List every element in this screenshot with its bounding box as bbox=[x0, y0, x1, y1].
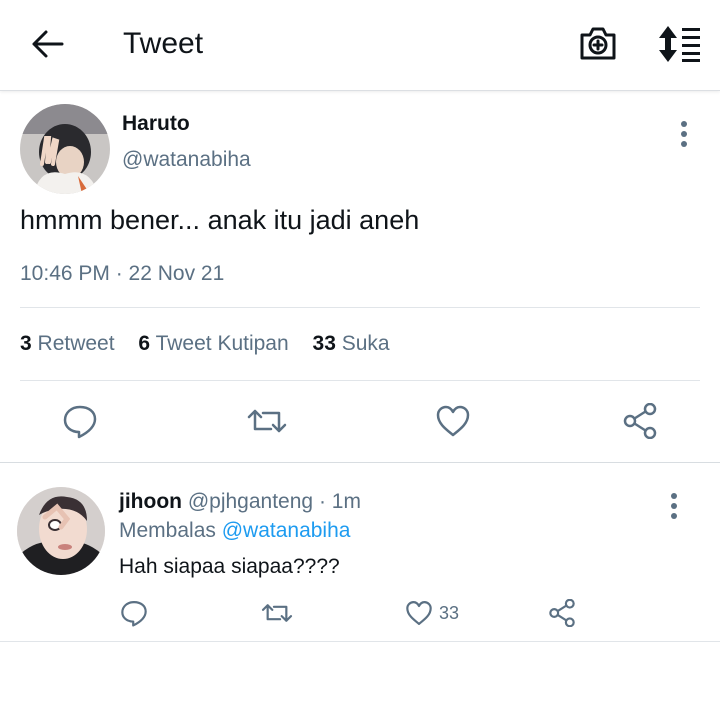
camera-button[interactable] bbox=[578, 24, 618, 64]
like-button[interactable] bbox=[435, 403, 471, 439]
retweet-icon bbox=[261, 604, 293, 622]
reply-share-button[interactable] bbox=[548, 599, 576, 627]
share-icon bbox=[549, 599, 575, 627]
tweet-more-button[interactable] bbox=[672, 117, 696, 151]
share-icon bbox=[623, 403, 657, 439]
camera-plus-icon bbox=[580, 27, 616, 60]
quote-stat[interactable]: 6 Tweet Kutipan bbox=[138, 332, 288, 355]
reply-more-button[interactable] bbox=[662, 489, 686, 523]
reply-reply-button[interactable] bbox=[120, 599, 148, 627]
quote-count: 6 bbox=[138, 332, 151, 355]
section-divider bbox=[0, 462, 720, 463]
replying-to: Membalas @watanabiha bbox=[119, 519, 350, 543]
reply-icon bbox=[121, 601, 147, 627]
reply-text: Hah siapaa siapaa???? bbox=[119, 555, 340, 578]
author-handle[interactable]: @watanabiha bbox=[122, 148, 251, 172]
retweet-label: Retweet bbox=[37, 332, 115, 355]
divider bbox=[20, 307, 700, 308]
tweet-timestamp[interactable]: 10:46 PM · 22 Nov 21 bbox=[20, 262, 224, 286]
divider bbox=[20, 380, 700, 381]
arrow-left-icon bbox=[32, 30, 64, 58]
like-stat[interactable]: 33 Suka bbox=[313, 332, 390, 355]
reply-like-button[interactable] bbox=[405, 599, 433, 627]
reply-author-avatar[interactable] bbox=[17, 487, 105, 575]
more-vertical-icon bbox=[681, 121, 687, 147]
retweet-count: 3 bbox=[20, 332, 32, 355]
reply-author-handle[interactable]: @pjhganteng bbox=[188, 490, 313, 513]
retweet-stat[interactable]: 3 Retweet bbox=[20, 332, 115, 355]
sort-button[interactable] bbox=[656, 24, 702, 64]
top-app-bar: Tweet bbox=[0, 0, 720, 91]
share-button[interactable] bbox=[622, 403, 658, 439]
divider bbox=[0, 641, 720, 642]
reply-icon bbox=[63, 405, 97, 439]
retweet-icon bbox=[247, 409, 287, 433]
replying-to-link[interactable]: @watanabiha bbox=[222, 519, 351, 542]
sort-list-icon bbox=[659, 26, 700, 62]
more-vertical-icon bbox=[671, 493, 677, 519]
tweet-stats: 3 Retweet 6 Tweet Kutipan 33 Suka bbox=[20, 332, 408, 356]
replying-label: Membalas bbox=[119, 519, 216, 542]
back-button[interactable] bbox=[28, 26, 68, 62]
quote-label: Tweet Kutipan bbox=[155, 332, 289, 355]
author-avatar[interactable] bbox=[20, 104, 110, 194]
reply-retweet-button[interactable] bbox=[261, 599, 293, 627]
reply-like-count: 33 bbox=[439, 603, 460, 623]
heart-icon bbox=[406, 601, 432, 625]
like-count: 33 bbox=[312, 332, 336, 355]
reply-author-name[interactable]: jihoon bbox=[119, 490, 182, 513]
heart-icon bbox=[436, 405, 470, 437]
author-name[interactable]: Haruto bbox=[122, 112, 190, 136]
like-label: Suka bbox=[341, 332, 390, 355]
reply-time: · 1m bbox=[318, 490, 361, 513]
reply-button[interactable] bbox=[62, 403, 98, 439]
page-title: Tweet bbox=[123, 27, 204, 60]
retweet-button[interactable] bbox=[247, 403, 287, 439]
tweet-text: hmmm bener... anak itu jadi aneh bbox=[20, 205, 420, 235]
reply-header: jihoon @pjhganteng · 1m bbox=[119, 490, 361, 514]
